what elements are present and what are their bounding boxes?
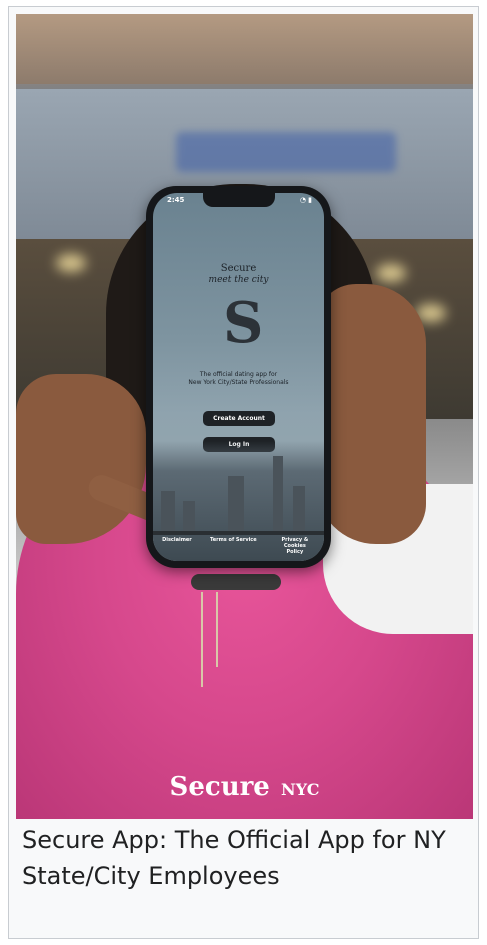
image-caption: Secure App: The Official App for NY Stat… [22, 826, 446, 890]
skyline-building [183, 501, 195, 531]
watermark: Secure NYC [16, 772, 473, 802]
skyline-building [228, 476, 244, 531]
skyline-building [161, 491, 175, 531]
smartphone: 2:45 ◔ ▮ Secure meet the city S The offi… [146, 186, 331, 568]
description-line-2: New York City/State Professionals [188, 379, 289, 386]
bracelet [191, 574, 281, 590]
watermark-city: NYC [280, 780, 320, 799]
privacy-link[interactable]: Privacy & Cookies Policy [275, 537, 315, 555]
skyline-building [273, 456, 283, 531]
bridge [153, 531, 324, 535]
store-light [376, 264, 406, 282]
store-light [56, 254, 86, 272]
create-account-button[interactable]: Create Account [203, 411, 275, 426]
right-hand [316, 284, 426, 544]
photo: 2:45 ◔ ▮ Secure meet the city S The offi… [16, 14, 473, 819]
app-logo-icon: S [223, 290, 264, 356]
app-description: The official dating app for New York Cit… [153, 371, 324, 387]
description-line-1: The official dating app for [199, 371, 278, 378]
watermark-brand: Secure [169, 772, 270, 802]
status-time: 2:45 [167, 196, 185, 204]
disclaimer-link[interactable]: Disclaimer [162, 537, 192, 555]
app-brand: Secure [220, 263, 257, 274]
app-tagline-script: meet the city [208, 275, 269, 285]
phone-screen: 2:45 ◔ ▮ Secure meet the city S The offi… [153, 193, 324, 561]
wifi-battery-icon: ◔ ▮ [299, 196, 312, 204]
building-top [16, 14, 473, 84]
footer-links: Disclaimer Terms of Service Privacy & Co… [153, 537, 324, 555]
skyline-building [293, 486, 305, 531]
terms-link[interactable]: Terms of Service [210, 537, 257, 555]
phone-notch [203, 193, 275, 207]
drawstring [201, 592, 203, 687]
drawstring [216, 592, 218, 667]
building-sign [176, 132, 396, 172]
